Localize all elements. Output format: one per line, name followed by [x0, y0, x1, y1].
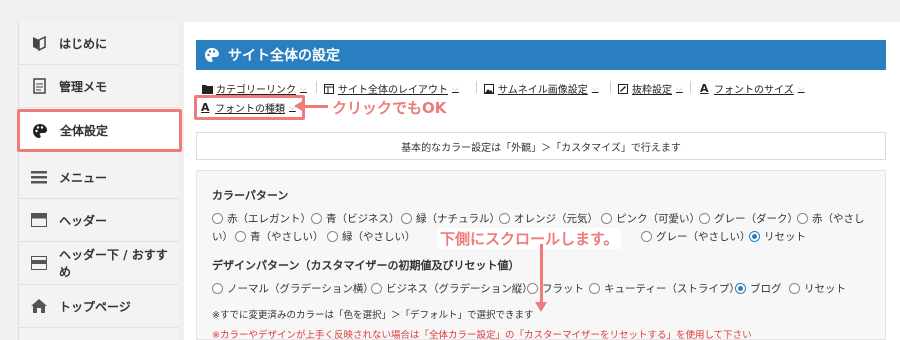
tab-divider: [690, 81, 691, 93]
color-option[interactable]: グレー（ダーク）: [699, 211, 798, 226]
memo-icon: [31, 78, 47, 94]
chevron-down-icon: ⌵: [452, 83, 459, 94]
tab-font-size[interactable]: A フォントのサイズ ⌵: [700, 81, 805, 97]
sidebar-item-label: メニュー: [59, 170, 108, 185]
sidebar: はじめに 管理メモ 全体設定 メニュー ヘッダー ヘッダー下 / おすすめ トッ…: [17, 22, 182, 340]
sidebar-item-hajimeni[interactable]: はじめに: [19, 22, 179, 65]
tab-thumbnail[interactable]: サムネイル画像設定 ⌵: [484, 81, 599, 96]
tab-divider: [610, 81, 611, 93]
font-icon: A: [700, 81, 709, 95]
folder-icon: [202, 84, 213, 94]
chevron-down-icon: ⌵: [797, 83, 805, 94]
sidebar-item-header[interactable]: ヘッダー: [19, 199, 179, 242]
radio-button[interactable]: [527, 283, 538, 294]
scroll-callout: 下側にスクロールします。: [438, 228, 621, 249]
sidebar-item-label: 管理メモ: [59, 79, 108, 94]
radio-button[interactable]: [371, 283, 382, 294]
menu-icon: [31, 169, 47, 185]
color-option[interactable]: グレー（やさしい）: [641, 229, 751, 244]
page-title-bar: サイト全体の設定: [196, 40, 886, 70]
radio-button[interactable]: [601, 213, 612, 224]
font-icon: A: [201, 100, 210, 114]
radio-button[interactable]: [589, 283, 600, 294]
click-callout: クリックでもOK: [332, 99, 447, 117]
tab-font-family[interactable]: A フォントの種類 ⌵: [194, 95, 305, 120]
color-option-reset[interactable]: リセット: [749, 229, 806, 244]
color-pattern-title: カラーパターン: [212, 189, 289, 202]
color-option[interactable]: 青（やさしい）: [235, 229, 324, 244]
sidebar-item-header-below[interactable]: ヘッダー下 / おすすめ: [19, 242, 179, 285]
callout-arrow-left: [294, 100, 328, 112]
image-icon: [484, 83, 494, 94]
main-panel: サイト全体の設定 カテゴリーリンク ⌵ サイト全体のレイアウト ⌵ サムネイル画…: [184, 22, 900, 340]
color-option[interactable]: 青（ビジネス）: [311, 211, 400, 226]
design-option[interactable]: フラット: [527, 281, 584, 296]
radio-button[interactable]: [327, 231, 338, 242]
color-option[interactable]: 緑（ナチュラル）: [401, 211, 500, 226]
sidebar-item-label: ヘッダー: [59, 213, 108, 228]
radio-button[interactable]: [401, 213, 412, 224]
header-icon: [31, 212, 47, 228]
beginner-icon: [31, 35, 47, 51]
radio-button[interactable]: [235, 231, 246, 242]
design-option[interactable]: ノーマル（グラデーション横）: [212, 281, 374, 296]
sidebar-item-label: はじめに: [59, 36, 108, 51]
color-option[interactable]: 緑（やさしい）: [327, 229, 416, 244]
design-option[interactable]: リセット: [789, 281, 846, 296]
design-pattern-title: デザインパターン（カスタマイザーの初期値及びリセット値）: [212, 259, 520, 272]
sidebar-item-label: ヘッダー下 / おすすめ: [59, 248, 168, 279]
tab-excerpt[interactable]: 抜粋設定 ⌵: [618, 81, 683, 96]
chevron-down-icon: ⌵: [591, 83, 599, 94]
radio-button[interactable]: [212, 283, 223, 294]
sidebar-item-top-page[interactable]: トップページ: [19, 285, 179, 328]
excerpt-icon: [618, 83, 628, 94]
color-option[interactable]: 赤（やさし: [797, 211, 865, 226]
header-below-icon: [31, 255, 47, 271]
tab-divider: [476, 81, 477, 93]
layout-icon: [324, 83, 334, 94]
palette-icon: [32, 123, 48, 139]
color-option[interactable]: 赤（エレガント）: [212, 211, 311, 226]
chevron-down-icon: ⌵: [676, 83, 683, 94]
radio-button[interactable]: [797, 213, 808, 224]
sidebar-item-label: 全体設定: [60, 124, 109, 138]
tab-site-layout[interactable]: サイト全体のレイアウト ⌵: [324, 81, 459, 96]
chevron-down-icon: ⌵: [300, 83, 307, 94]
radio-button[interactable]: [641, 231, 652, 242]
sidebar-item-memo[interactable]: 管理メモ: [19, 65, 179, 108]
color-option-wrap-text: い）: [212, 231, 233, 243]
radio-button-checked[interactable]: [749, 231, 760, 242]
note-text: ※すでに変更済みのカラーは「色を選択」＞「デフォルト」で選択できます: [212, 310, 534, 321]
design-option[interactable]: キューティー（ストライプ）: [589, 281, 740, 296]
radio-button[interactable]: [789, 283, 800, 294]
radio-button[interactable]: [212, 213, 223, 224]
sidebar-item-global-settings[interactable]: 全体設定: [17, 109, 182, 152]
radio-button-checked[interactable]: [735, 283, 746, 294]
callout-arrow-down: [535, 244, 547, 312]
palette-icon: [204, 47, 220, 63]
page-title: サイト全体の設定: [228, 48, 340, 64]
design-option[interactable]: ビジネス（グラデーション縦）: [371, 281, 533, 296]
radio-button[interactable]: [311, 213, 322, 224]
sidebar-item-menu[interactable]: メニュー: [19, 156, 179, 199]
radio-button[interactable]: [699, 213, 710, 224]
tab-divider: [316, 81, 317, 93]
tab-category-link[interactable]: カテゴリーリンク ⌵: [202, 81, 307, 96]
radio-button[interactable]: [499, 213, 510, 224]
home-icon: [31, 298, 47, 314]
color-option[interactable]: オレンジ（元気）: [499, 211, 598, 226]
info-message: 基本的なカラー設定は「外観」＞「カスタマイズ」で行えます: [196, 132, 886, 160]
color-option[interactable]: ピンク（可愛い）: [601, 211, 700, 226]
warning-note: ※カラーやデザインが上手く反映されない場合は「全体カラー設定」の「カスターマイザ…: [212, 330, 752, 340]
sidebar-item-label: トップページ: [59, 299, 131, 314]
design-option-blog[interactable]: ブログ: [735, 281, 782, 296]
